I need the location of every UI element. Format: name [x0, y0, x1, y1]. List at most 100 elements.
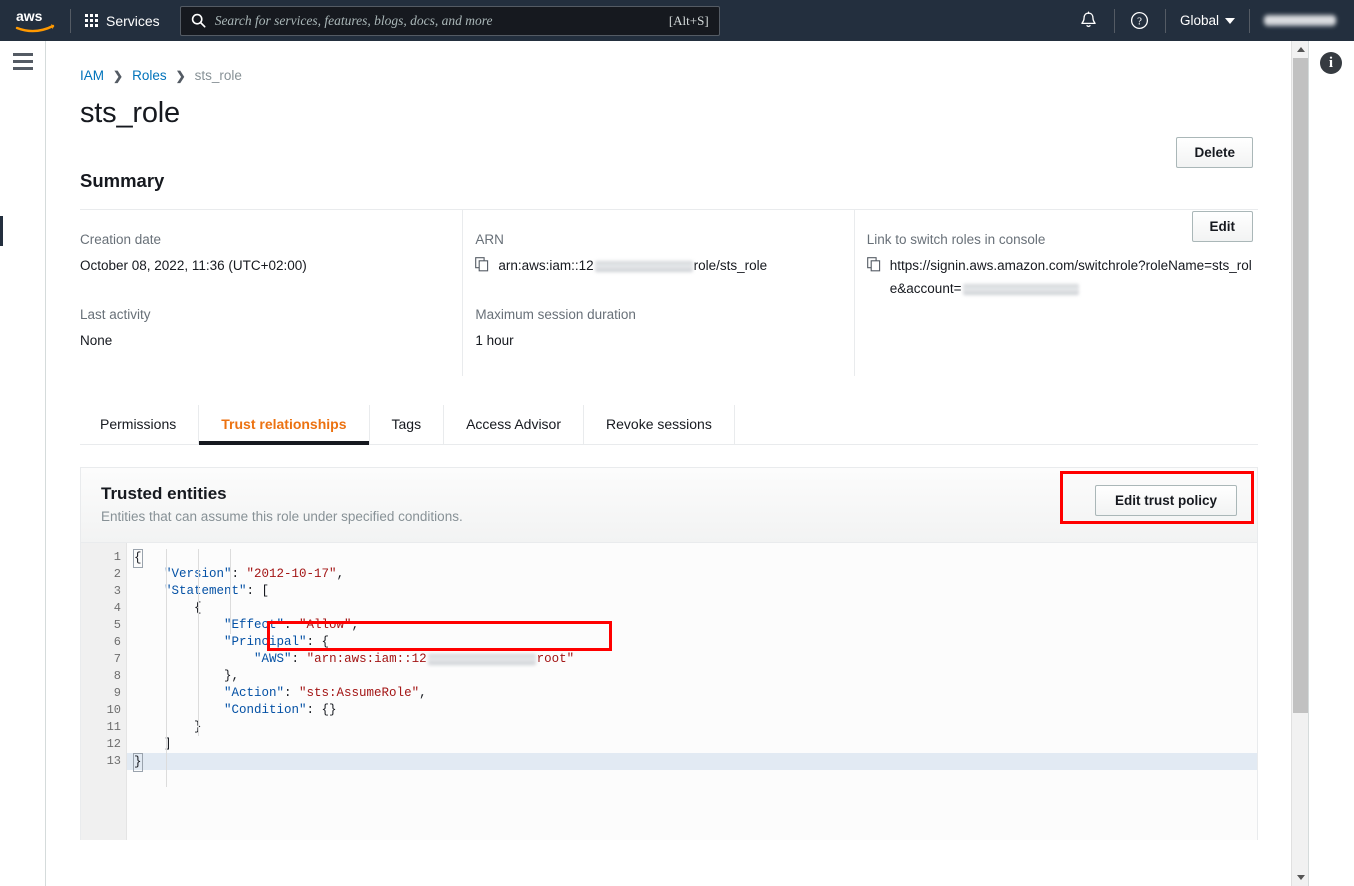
breadcrumb-item-iam[interactable]: IAM — [80, 68, 104, 83]
summary-card: Creation date October 08, 2022, 11:36 (U… — [80, 209, 1258, 377]
scroll-up-arrow-icon[interactable] — [1292, 41, 1309, 58]
line-number: 6 — [113, 635, 121, 650]
line-number: 4 — [113, 601, 121, 616]
nav-right-group: ? Global — [1064, 0, 1354, 41]
region-selector[interactable]: Global — [1166, 0, 1249, 41]
json-redacted-account-id — [427, 653, 536, 665]
switch-link-redacted-account-id — [963, 284, 1080, 296]
tab-access-advisor[interactable]: Access Advisor — [444, 405, 585, 445]
sidebar-toggle-hamburger-icon[interactable] — [13, 53, 33, 74]
switch-link-value: https://signin.aws.amazon.com/switchrole… — [890, 254, 1258, 300]
search-icon — [191, 13, 206, 28]
arn-redacted-account-id — [594, 260, 693, 272]
rail-indicator — [0, 216, 3, 246]
field-last-activity: Last activity None — [80, 307, 462, 352]
services-menu-button[interactable]: Services — [71, 0, 174, 41]
aws-logo[interactable]: aws — [0, 0, 70, 41]
edit-trust-policy-container: Edit trust policy — [1094, 485, 1237, 517]
field-creation-date: Creation date October 08, 2022, 11:36 (U… — [80, 232, 462, 277]
arn-value: arn:aws:iam::12 role/sts_role — [498, 254, 767, 277]
search-shortcut-hint: [Alt+S] — [668, 12, 709, 28]
trusted-entities-title: Trusted entities — [101, 484, 227, 504]
code-line-3: "Statement": [ — [164, 584, 270, 599]
line-number: 12 — [106, 737, 121, 752]
summary-column-1: Creation date October 08, 2022, 11:36 (U… — [80, 210, 462, 376]
role-detail-tabs: Permissions Trust relationships Tags Acc… — [80, 405, 1258, 446]
delete-button[interactable]: Delete — [1176, 137, 1253, 168]
scrollbar-thumb[interactable] — [1293, 58, 1308, 713]
max-session-value: 1 hour — [475, 333, 514, 349]
tab-permissions[interactable]: Permissions — [80, 405, 200, 445]
creation-date-value: October 08, 2022, 11:36 (UTC+02:00) — [80, 258, 307, 273]
line-number: 5 — [113, 618, 121, 633]
indent-guide — [198, 549, 199, 737]
left-rail — [0, 41, 46, 886]
line-number: 2 — [113, 567, 121, 582]
tab-revoke-sessions[interactable]: Revoke sessions — [584, 405, 735, 445]
copy-icon[interactable] — [866, 257, 881, 272]
field-max-session-duration: Maximum session duration 1 hour — [475, 307, 853, 352]
arn-suffix: role/sts_role — [693, 258, 768, 273]
nav-divider — [1249, 8, 1250, 33]
scroll-down-arrow-icon[interactable] — [1292, 869, 1309, 886]
line-number: 13 — [106, 754, 121, 769]
main-content: IAM ❯ Roles ❯ sts_role sts_role Delete S… — [47, 41, 1291, 886]
breadcrumb-separator-icon: ❯ — [113, 68, 124, 83]
grid-icon — [85, 14, 98, 27]
region-label: Global — [1179, 13, 1219, 28]
line-number: 1 — [113, 550, 121, 565]
summary-column-2: ARN arn:aws:iam::12 role/sts_role Maximum… — [462, 210, 853, 377]
code-line-7: "AWS": "arn:aws:iam::12 root" — [254, 652, 575, 667]
svg-text:aws: aws — [16, 8, 43, 24]
trusted-entities-subtitle: Entities that can assume this role under… — [101, 509, 463, 525]
editor-code-area[interactable]: { "Version": "2012-10-17", "Statement": … — [127, 543, 1257, 840]
switch-link-label: Link to switch roles in console — [866, 232, 1046, 247]
svg-text:?: ? — [1138, 16, 1143, 28]
notifications-bell-icon[interactable] — [1064, 0, 1114, 41]
services-label: Services — [106, 12, 160, 29]
arn-label: ARN — [475, 232, 504, 247]
trusted-entities-header: Trusted entities Entities that can assum… — [81, 468, 1257, 543]
code-line-13: } — [127, 753, 1257, 773]
global-search-input[interactable]: Search for services, features, blogs, do… — [179, 5, 720, 36]
line-number: 7 — [113, 652, 121, 667]
last-activity-value: None — [80, 333, 113, 349]
arn-prefix: arn:aws:iam::12 — [498, 258, 594, 273]
field-switch-role-link: Link to switch roles in console https://… — [867, 232, 1258, 300]
breadcrumb-separator-icon: ❯ — [175, 68, 186, 83]
field-arn: ARN arn:aws:iam::12 role/sts_role — [475, 232, 853, 277]
code-line-5: "Effect": "Allow", — [224, 618, 360, 633]
line-number: 8 — [113, 669, 121, 684]
summary-column-3: Link to switch roles in console https://… — [853, 210, 1258, 377]
code-line-6: "Principal": { — [224, 635, 330, 650]
page-scrollbar[interactable] — [1291, 41, 1308, 886]
line-number: 11 — [106, 720, 121, 735]
editor-line-number-gutter: 1 2 3 4 5 6 7 8 9 10 11 12 13 — [81, 543, 127, 841]
code-line-4: { — [127, 600, 1257, 617]
trust-policy-json-editor[interactable]: 1 2 3 4 5 6 7 8 9 10 11 12 13 { "Version… — [81, 542, 1257, 841]
summary-heading: Summary — [80, 170, 165, 191]
code-line-9: "Action": "sts:AssumeRole", — [224, 686, 427, 701]
right-rail: i — [1308, 41, 1354, 886]
info-icon[interactable]: i — [1320, 52, 1342, 74]
code-line-12: ] — [164, 737, 172, 752]
breadcrumb-item-current: sts_role — [194, 68, 242, 83]
code-line-2: "Version": "2012-10-17", — [164, 567, 345, 582]
edit-trust-policy-button[interactable]: Edit trust policy — [1094, 485, 1237, 517]
breadcrumb: IAM ❯ Roles ❯ sts_role — [47, 41, 1291, 83]
help-question-icon[interactable]: ? — [1115, 0, 1165, 41]
last-activity-label: Last activity — [80, 307, 151, 323]
tab-trust-relationships[interactable]: Trust relationships — [199, 405, 370, 446]
copy-icon[interactable] — [475, 257, 489, 272]
account-menu-redacted[interactable] — [1264, 15, 1336, 26]
code-line-10: "Condition": {} — [224, 703, 337, 718]
aws-top-navigation: aws Services Search for services, featur… — [0, 0, 1354, 41]
line-number: 3 — [113, 584, 121, 599]
indent-guide — [166, 549, 167, 788]
tab-tags[interactable]: Tags — [370, 405, 445, 445]
line-number: 10 — [106, 703, 121, 718]
page-title: sts_role — [80, 97, 180, 129]
trusted-entities-panel: Trusted entities Entities that can assum… — [80, 467, 1258, 841]
line-number: 9 — [113, 686, 121, 701]
breadcrumb-item-roles[interactable]: Roles — [132, 68, 167, 83]
